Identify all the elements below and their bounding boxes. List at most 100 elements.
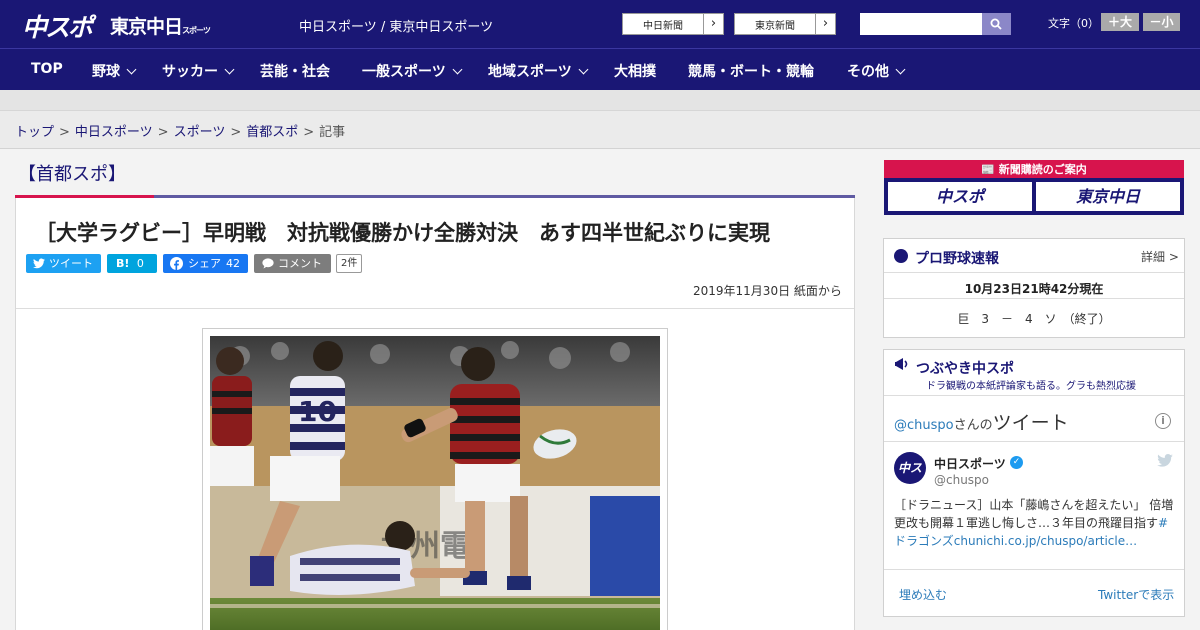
rugby-photo-illustration: 九州電 10 bbox=[210, 336, 660, 630]
tweets-heading-text: ツイート bbox=[992, 412, 1069, 434]
top-header: 中スポ 東京中日スポーツ 中日スポーツ / 東京中日スポーツ 中日新聞 › 東京… bbox=[0, 0, 1200, 48]
divider bbox=[884, 298, 1184, 299]
tweet-label: ツイート bbox=[49, 257, 93, 270]
breadcrumb-separator: > bbox=[59, 125, 70, 140]
view-on-twitter-link[interactable]: Twitterで表示 bbox=[1098, 586, 1174, 603]
avatar[interactable]: 中スポ bbox=[894, 452, 926, 507]
subscription-title: 📰 新聞購読のご案内 bbox=[884, 161, 1184, 177]
tweet-text: ［ドラニュース］山本「藤嶋さんを超えたい」 倍増更改も開幕１軍逃し悔しさ…３年目… bbox=[894, 496, 1176, 550]
nav-item-regional-sports[interactable]: 地域スポーツ bbox=[488, 61, 589, 81]
nav-item-other[interactable]: その他 bbox=[847, 61, 906, 81]
nav-label: その他 bbox=[847, 64, 889, 80]
twitter-widget-subtitle: ドラ観戦の本紙評論家も語る。グラも熱烈応援 bbox=[926, 381, 1136, 392]
facebook-icon bbox=[170, 257, 183, 270]
twitter-bird-icon[interactable] bbox=[1157, 454, 1173, 467]
chunichi-shimbun-link[interactable]: 中日新聞 › bbox=[622, 13, 724, 35]
chuspo-logo[interactable]: 中スポ bbox=[22, 8, 93, 44]
speech-bubble-icon bbox=[262, 258, 274, 269]
megaphone-icon bbox=[895, 358, 908, 370]
nav-label: 地域スポーツ bbox=[488, 64, 572, 80]
chevron-right-icon: › bbox=[815, 14, 835, 34]
tweets-heading-suffix: さんの bbox=[953, 418, 993, 433]
chevron-down-icon bbox=[578, 64, 589, 75]
article-headline: ［大学ラグビー］早明戦 対抗戦優勝かけ全勝対決 あす四半世紀ぶりに実現 bbox=[35, 221, 770, 245]
verified-icon: ✓ bbox=[1010, 456, 1023, 469]
nav-item-entertainment[interactable]: 芸能・社会 bbox=[260, 61, 330, 81]
breadcrumb-shuto-spo[interactable]: 首都スポ bbox=[246, 125, 298, 140]
nav-item-soccer[interactable]: サッカー bbox=[162, 61, 235, 81]
chevron-down-icon bbox=[895, 64, 906, 75]
hatena-icon: B! bbox=[116, 257, 130, 270]
jersey-number: 10 bbox=[298, 395, 337, 428]
search-input[interactable] bbox=[860, 13, 982, 35]
breadcrumb-current: 記事 bbox=[319, 125, 346, 140]
nav-label: 野球 bbox=[92, 64, 120, 80]
nav-label: 芸能・社会 bbox=[260, 64, 330, 80]
newspaper-icon: 📰 bbox=[981, 163, 999, 176]
nav-item-racing[interactable]: 競馬・ボート・競輪 bbox=[688, 61, 814, 81]
comment-count: 2件 bbox=[336, 254, 363, 273]
subscribe-tokyo-chunichi-button[interactable]: 東京中日 bbox=[1036, 182, 1180, 211]
article-dateline: 2019年11月30日 紙面から bbox=[693, 284, 842, 298]
main-nav: TOP 野球 サッカー 芸能・社会 一般スポーツ 地域スポーツ 大相撲 競馬・ボ… bbox=[0, 48, 1200, 90]
chevron-down-icon bbox=[452, 64, 463, 75]
breadcrumb-top[interactable]: トップ bbox=[15, 125, 54, 140]
divider bbox=[884, 272, 1184, 273]
divider bbox=[884, 395, 1184, 396]
chevron-right-icon: › bbox=[703, 14, 723, 34]
comment-label: コメント bbox=[278, 257, 322, 270]
tokyo-logo-small: スポーツ bbox=[182, 26, 211, 35]
tweet-button[interactable]: ツイート bbox=[26, 254, 101, 273]
baseball-icon bbox=[894, 249, 908, 263]
nav-item-general-sports[interactable]: 一般スポーツ bbox=[362, 61, 463, 81]
chevron-down-icon bbox=[126, 64, 137, 75]
game-score[interactable]: 巨 3 － 4 ソ （終了） bbox=[884, 310, 1184, 327]
divider bbox=[884, 441, 1184, 442]
font-size-label: 文字（0） bbox=[1048, 17, 1099, 30]
article-photo[interactable]: 九州電 10 bbox=[210, 336, 660, 630]
twitter-widget-title: つぶやき中スポ bbox=[916, 361, 1014, 377]
tokyo-chunichi-logo[interactable]: 東京中日スポーツ bbox=[110, 12, 211, 39]
twitter-handle-link[interactable]: @chuspo bbox=[894, 418, 954, 433]
tweet-account-name[interactable]: 中日スポーツ bbox=[934, 455, 1006, 472]
info-icon[interactable]: i bbox=[1155, 413, 1171, 429]
nav-label: 一般スポーツ bbox=[362, 64, 446, 80]
divider bbox=[16, 308, 854, 309]
nav-label: 競馬・ボート・競輪 bbox=[688, 64, 814, 80]
font-increase-button[interactable]: ＋大 bbox=[1101, 13, 1139, 31]
facebook-share-button[interactable]: シェア 42 bbox=[163, 254, 248, 273]
baseball-detail-link[interactable]: 詳細 > bbox=[1141, 248, 1179, 265]
embed-link[interactable]: 埋め込む bbox=[899, 586, 947, 603]
facebook-share-label: シェア bbox=[188, 257, 221, 270]
breadcrumb-separator: > bbox=[303, 125, 315, 140]
breadcrumb-bar: トップ > 中日スポーツ > スポーツ > 首都スポ > 記事 bbox=[0, 111, 1200, 149]
tweets-heading: @chuspoさんのツイート bbox=[894, 408, 1069, 435]
ext-link-label: 東京新聞 bbox=[755, 21, 795, 32]
breadcrumb-sports[interactable]: スポーツ bbox=[174, 125, 226, 140]
search-button[interactable] bbox=[982, 13, 1011, 35]
nav-label: TOP bbox=[31, 61, 63, 77]
nav-label: 大相撲 bbox=[614, 64, 656, 80]
subscribe-chuspo-button[interactable]: 中スポ bbox=[888, 182, 1032, 211]
breadcrumb: トップ > 中日スポーツ > スポーツ > 首都スポ > 記事 bbox=[15, 121, 345, 140]
subscription-title-text: 新聞購読のご案内 bbox=[998, 163, 1087, 176]
chevron-down-icon bbox=[224, 64, 235, 75]
sub-bar bbox=[0, 90, 1200, 111]
breadcrumb-chunichi-sports[interactable]: 中日スポーツ bbox=[75, 125, 153, 140]
divider bbox=[884, 569, 1184, 570]
nav-item-top[interactable]: TOP bbox=[31, 61, 63, 77]
nav-item-sumo[interactable]: 大相撲 bbox=[614, 61, 656, 81]
comment-button[interactable]: コメント bbox=[254, 254, 331, 273]
twitter-icon bbox=[33, 258, 45, 269]
tokyo-shimbun-link[interactable]: 東京新聞 › bbox=[734, 13, 836, 35]
tweet-account-username[interactable]: @chuspo bbox=[934, 473, 989, 487]
nav-item-baseball[interactable]: 野球 bbox=[92, 61, 137, 81]
facebook-share-count: 42 bbox=[226, 257, 240, 270]
font-decrease-button[interactable]: －小 bbox=[1143, 13, 1180, 31]
baseball-widget-title: プロ野球速報 bbox=[915, 251, 999, 267]
site-names: 中日スポーツ / 東京中日スポーツ bbox=[299, 20, 494, 35]
hatena-button[interactable]: B! 0 bbox=[107, 254, 157, 273]
score-timestamp: 10月23日21時42分現在 bbox=[964, 282, 1104, 296]
breadcrumb-separator: > bbox=[230, 125, 242, 140]
article-top-accent bbox=[15, 195, 154, 198]
